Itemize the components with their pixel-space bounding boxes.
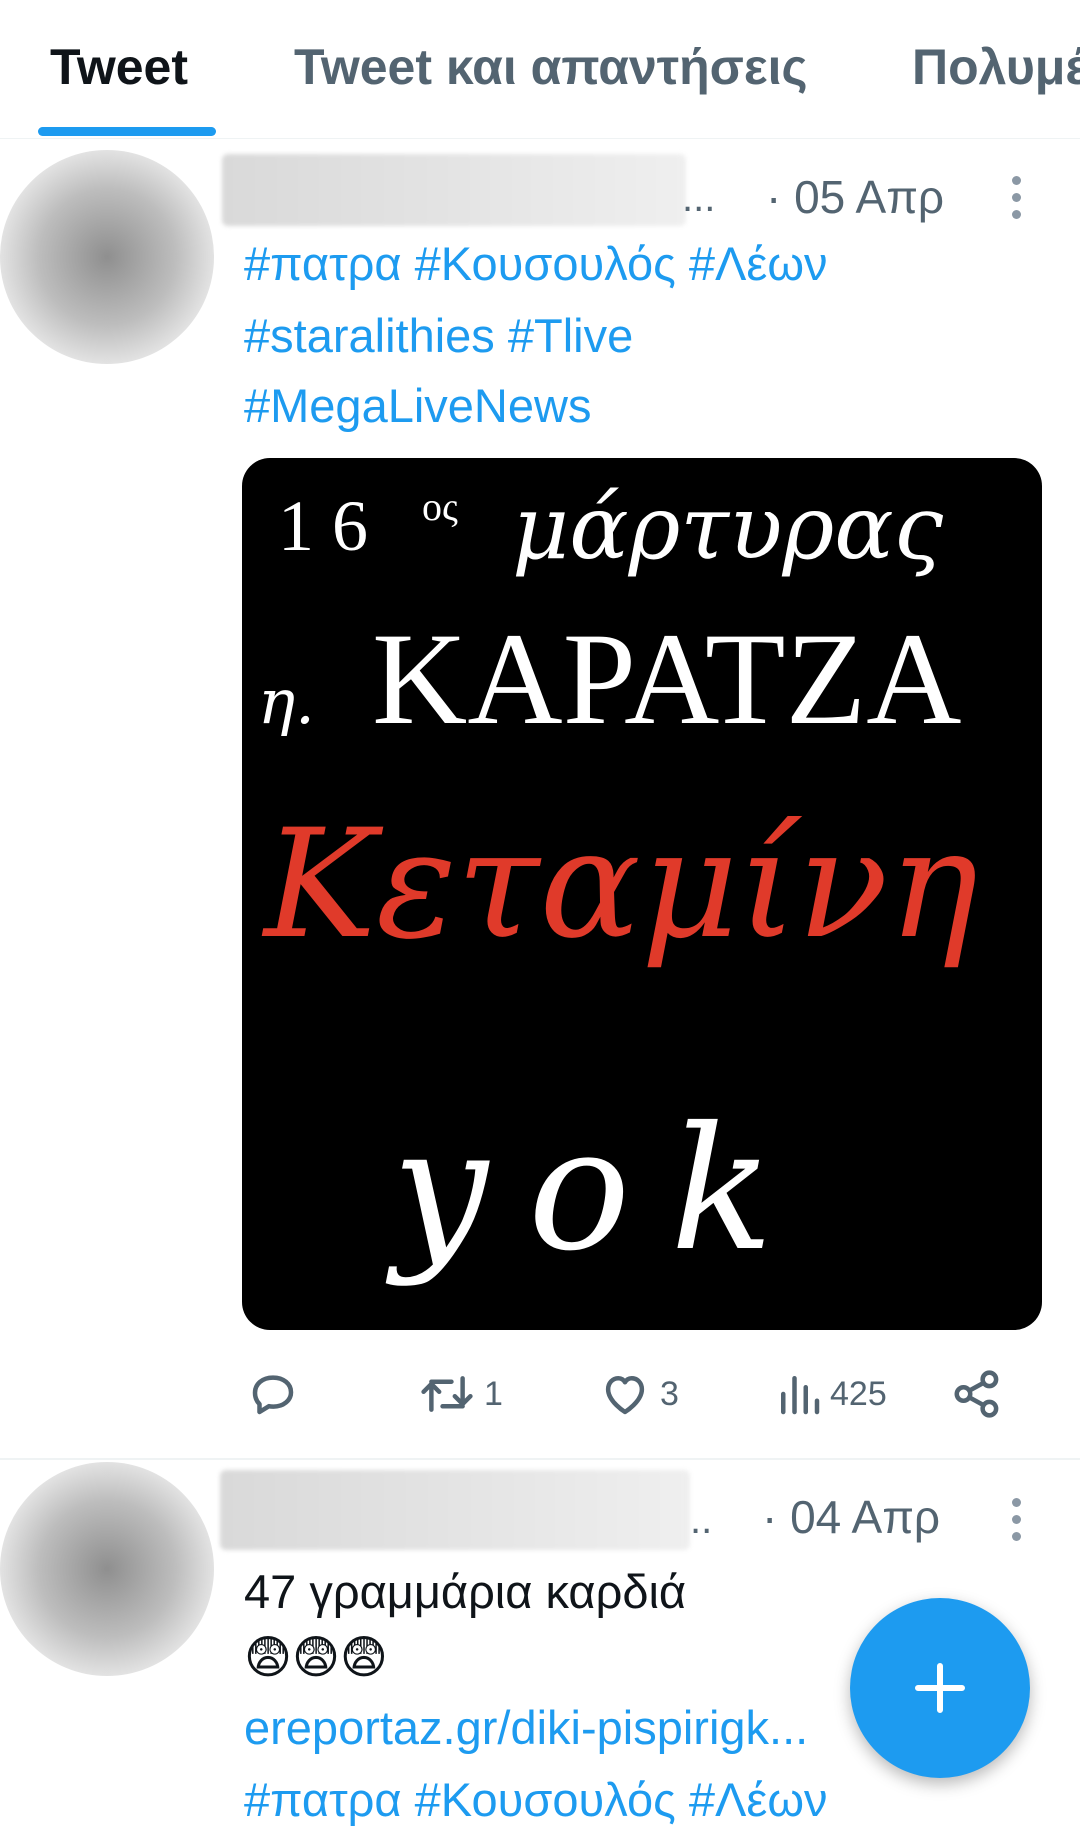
reply-icon xyxy=(252,1375,294,1415)
hashtag-line[interactable]: #MegaLiveNews xyxy=(244,378,591,433)
heart-icon xyxy=(605,1376,645,1415)
compose-tweet-button[interactable] xyxy=(850,1598,1030,1778)
tweet-date[interactable]: · 04 Απρ xyxy=(762,1490,940,1544)
reply-button[interactable] xyxy=(246,1366,308,1422)
tweet-emoji: 😨😨😨 xyxy=(244,1630,388,1684)
plus-icon xyxy=(915,1663,965,1713)
tweet-divider xyxy=(0,1458,1080,1460)
tweet-media-image[interactable]: 1 6 ος μάρτυρας η. ΚΑΡΑΤΖΑ Κεταμίνη yok xyxy=(242,458,1042,1330)
more-options-icon[interactable] xyxy=(1010,1498,1022,1549)
views-button[interactable]: 425 xyxy=(776,1366,887,1422)
media-line2-prefix: η. xyxy=(258,665,315,738)
author-name-blurred[interactable] xyxy=(220,1470,690,1550)
media-line4-word: yok xyxy=(385,1091,813,1289)
profile-tabs: Tweet Tweet και απαντήσεις Πολυμέσα xyxy=(0,0,1080,139)
tweet-text: 47 γραμμάρια καρδιά xyxy=(244,1565,687,1618)
avatar[interactable] xyxy=(0,150,214,364)
tweet-link[interactable]: ereportaz.gr/diki-pispirigk... xyxy=(244,1700,808,1755)
media-line3-word: Κεταμίνη xyxy=(261,798,978,972)
tab-media[interactable]: Πολυμέσα xyxy=(912,38,1080,96)
retweet-button[interactable]: 1 xyxy=(418,1366,503,1422)
hashtag-line[interactable]: #staralithies #Tlive xyxy=(244,308,633,363)
share-button[interactable] xyxy=(950,1366,1004,1422)
tab-tweets-and-replies[interactable]: Tweet και απαντήσεις xyxy=(294,38,807,96)
like-button[interactable]: 3 xyxy=(598,1366,679,1422)
media-line2-word: ΚΑΡΑΤΖΑ xyxy=(372,605,962,752)
author-name-ellipsis: ... xyxy=(682,176,716,220)
author-name-blurred[interactable] xyxy=(222,154,686,226)
retweet-icon xyxy=(421,1376,473,1412)
more-options-icon[interactable] xyxy=(1010,176,1022,227)
hashtag-line[interactable]: #πατρα #Κουσουλός #Λέων xyxy=(244,236,828,291)
share-icon xyxy=(954,1370,999,1418)
tab-tweets[interactable]: Tweet xyxy=(50,38,188,96)
hashtag-line[interactable]: #πατρα #Κουσουλός #Λέων xyxy=(244,1772,828,1827)
active-tab-indicator xyxy=(38,127,216,136)
retweet-count: 1 xyxy=(484,1374,503,1413)
views-count: 425 xyxy=(830,1374,887,1413)
media-line1-superscript: ος xyxy=(422,484,458,529)
like-count: 3 xyxy=(660,1374,679,1413)
tweet-date[interactable]: · 05 Απρ xyxy=(766,170,944,224)
author-name-ellipsis: .. xyxy=(690,1498,713,1542)
media-line1-word: μάρτυρας xyxy=(512,476,944,579)
views-bar-chart-icon xyxy=(781,1376,820,1415)
media-line1-number: 1 6 xyxy=(278,486,368,566)
avatar[interactable] xyxy=(0,1462,214,1676)
